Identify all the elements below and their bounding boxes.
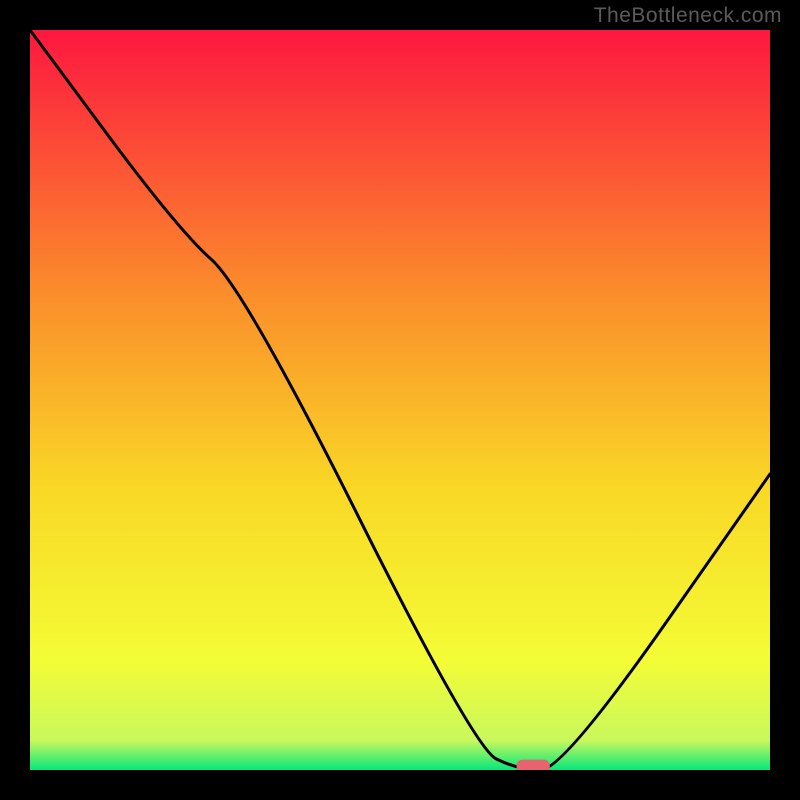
gradient-background [30, 30, 770, 770]
plot-area [30, 30, 770, 770]
chart-container: TheBottleneck.com [0, 0, 800, 800]
watermark-text: TheBottleneck.com [594, 4, 782, 28]
chart-svg [30, 30, 770, 770]
optimal-marker [517, 760, 550, 770]
